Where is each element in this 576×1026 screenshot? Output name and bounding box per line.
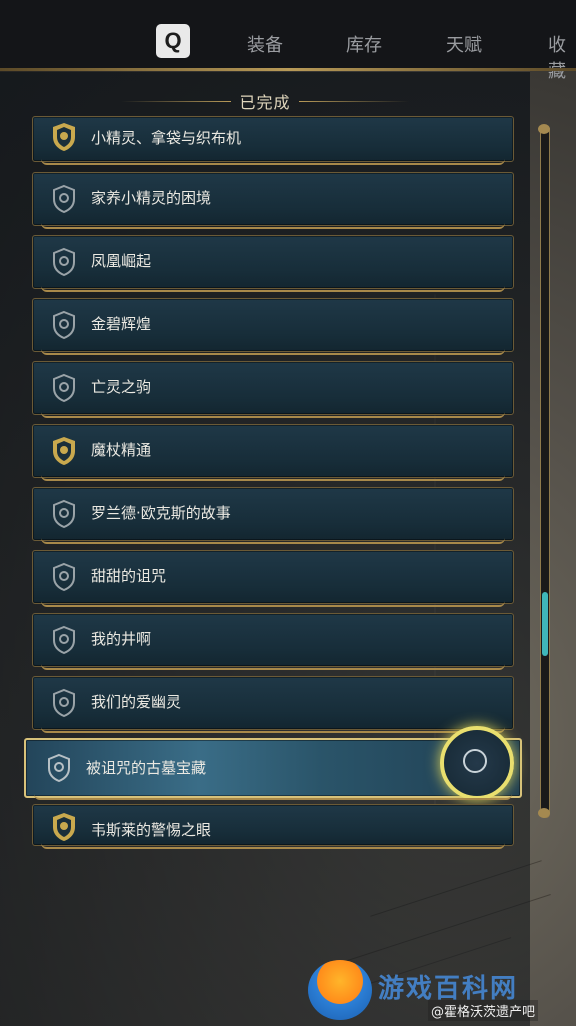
gold-crest-icon [53, 813, 75, 841]
scrollbar-thumb[interactable] [542, 592, 548, 656]
quest-label: 小精灵、拿袋与织布机 [91, 129, 242, 147]
gold-crest-icon [53, 437, 75, 465]
shield-crest-icon [53, 499, 75, 529]
quest-item[interactable]: 我的井啊 [32, 613, 514, 670]
quest-item[interactable]: 亡灵之驹 [32, 361, 514, 418]
shield-crest-icon [53, 247, 75, 277]
quest-label: 家养小精灵的困境 [91, 189, 212, 207]
shield-crest-icon [53, 310, 75, 340]
scrollbar-cap-top [538, 124, 550, 134]
shield-crest-icon [53, 184, 75, 214]
quest-item[interactable]: 金碧辉煌 [32, 298, 514, 355]
quest-label: 韦斯莱的警惕之眼 [91, 821, 212, 839]
quest-item[interactable]: 罗兰德·欧克斯的故事 [32, 487, 514, 544]
quest-label: 亡灵之驹 [91, 378, 152, 396]
shield-crest-icon [53, 562, 75, 592]
quest-item[interactable]: 家养小精灵的困境 [32, 172, 514, 229]
shield-crest-icon [53, 625, 75, 655]
quest-item[interactable]: 甜甜的诅咒 [32, 550, 514, 607]
quest-label: 我的井啊 [91, 630, 152, 648]
quest-label: 被诅咒的古墓宝藏 [86, 759, 207, 777]
quest-label: 我们的爱幽灵 [91, 693, 182, 711]
scrollbar-track[interactable] [540, 126, 550, 818]
gold-crest-icon [53, 123, 75, 151]
track-marker-icon [463, 749, 487, 773]
shield-crest-icon [53, 688, 75, 718]
quest-label: 凤凰崛起 [91, 252, 152, 270]
quest-label: 甜甜的诅咒 [91, 567, 167, 585]
quest-list: 小精灵、拿袋与织布机 家养小精灵的困境 凤凰崛起 金碧辉煌 亡灵之驹 魔杖精通 … [0, 0, 576, 1026]
quest-item[interactable]: 韦斯莱的警惕之眼 [32, 804, 514, 849]
watermark-tag: @霍格沃茨遗产吧 [428, 1000, 539, 1021]
quest-item[interactable]: 凤凰崛起 [32, 235, 514, 292]
quest-item[interactable]: 我们的爱幽灵 [32, 676, 514, 733]
shield-crest-icon [53, 373, 75, 403]
quest-label: 魔杖精通 [91, 441, 152, 459]
shield-crest-icon [48, 753, 70, 783]
scrollbar-cap-bottom [538, 808, 550, 818]
quest-label: 金碧辉煌 [91, 315, 152, 333]
quest-item[interactable]: 小精灵、拿袋与织布机 [32, 116, 514, 165]
quest-item-selected[interactable]: 被诅咒的古墓宝藏 [24, 726, 522, 800]
watermark-logo-icon [308, 960, 372, 1020]
selection-ring-icon[interactable] [440, 726, 514, 800]
quest-item[interactable]: 魔杖精通 [32, 424, 514, 481]
quest-label: 罗兰德·欧克斯的故事 [91, 504, 231, 522]
